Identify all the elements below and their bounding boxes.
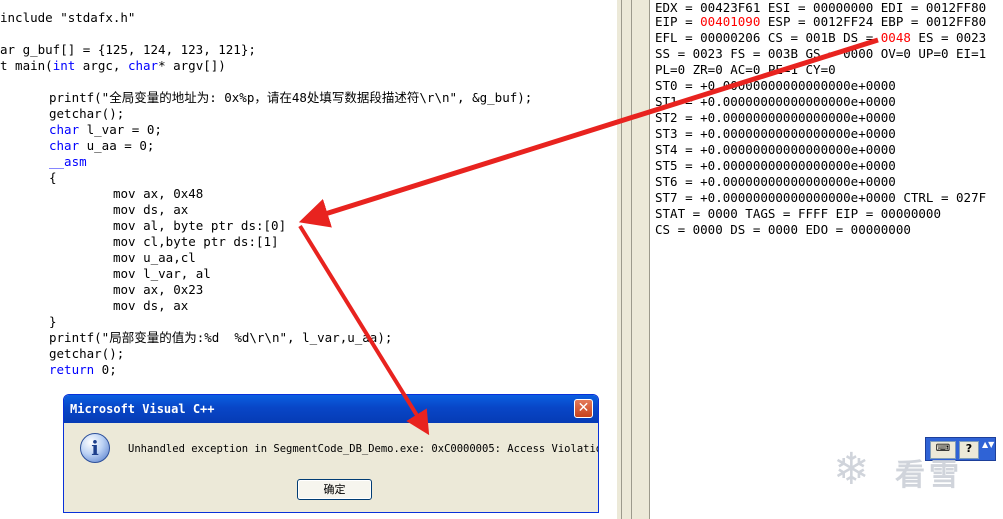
annotation-arrows: [298, 37, 879, 436]
arrow-ds-to-code: [298, 37, 879, 228]
arrow-code-to-exception: [298, 224, 430, 436]
